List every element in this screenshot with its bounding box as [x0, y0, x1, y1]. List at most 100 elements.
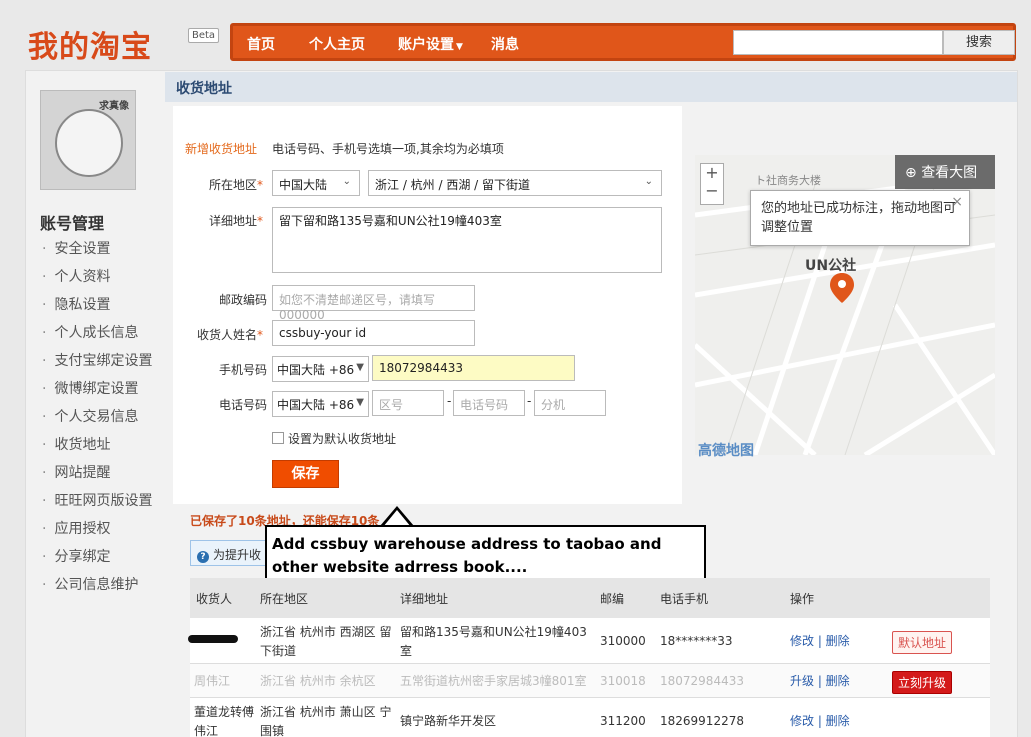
- default-address-label: 设置为默认收货地址: [288, 432, 397, 446]
- region-value: 浙江 / 杭州 / 西湖 / 留下街道: [375, 178, 531, 192]
- annotation-callout: Add cssbuy warehouse address to taobao a…: [265, 525, 706, 581]
- sidebar-item[interactable]: 微博绑定设置: [42, 378, 152, 406]
- upgrade-badge[interactable]: 立刻升级: [892, 671, 953, 694]
- phone-number-input[interactable]: 电话号码: [453, 390, 525, 416]
- separator: -: [447, 394, 452, 408]
- avatar-tag: 求真像: [99, 101, 129, 112]
- th-zip: 邮编: [600, 592, 625, 606]
- save-button[interactable]: 保存: [272, 460, 339, 488]
- chevron-down-icon: ▼: [456, 42, 463, 52]
- address-label-text: 详细地址: [208, 214, 257, 228]
- nav-account-settings-label: 账户设置: [398, 37, 454, 53]
- row-actions[interactable]: 修改 | 删除: [790, 712, 850, 731]
- map-pin-icon: [830, 273, 854, 303]
- required-mark: *: [257, 178, 263, 192]
- receiver-name-input[interactable]: cssbuy-your id: [272, 320, 475, 346]
- map-place-label: UN公社: [805, 258, 857, 274]
- sidebar-item[interactable]: 应用授权: [42, 518, 152, 546]
- address-textarea[interactable]: 留下留和路135号嘉和UN公社19幢403室: [272, 207, 662, 273]
- sidebar-item[interactable]: 公司信息维护: [42, 574, 152, 602]
- sidebar-item[interactable]: 个人交易信息: [42, 406, 152, 434]
- redacted-name: [188, 635, 238, 643]
- triangle-down-icon: ▼: [356, 362, 364, 373]
- sidebar-item[interactable]: 旺旺网页版设置: [42, 490, 152, 518]
- row-name: 董道龙转傅伟江: [194, 705, 255, 737]
- row-region: 浙江省 杭州市 西湖区 留下街道: [260, 625, 392, 658]
- map-credit: 高德地图: [698, 443, 754, 459]
- page-title-bar: [165, 72, 1017, 102]
- receiver-name-label: 收货人姓名*: [173, 326, 263, 343]
- nav-messages[interactable]: 消息: [491, 34, 519, 54]
- chevron-down-icon: ⌄: [342, 176, 351, 187]
- sidebar-item[interactable]: 分享绑定: [42, 546, 152, 574]
- search-input[interactable]: [733, 30, 943, 55]
- zip-input[interactable]: 如您不清楚邮递区号，请填写000000: [272, 285, 475, 322]
- row-zip: 310000: [600, 634, 646, 648]
- row-region: 浙江省 杭州市 萧山区 宁围镇: [260, 705, 392, 737]
- address-label: 详细地址*: [173, 212, 263, 229]
- sidebar-item[interactable]: 隐私设置: [42, 294, 152, 322]
- sidebar-item[interactable]: 个人资料: [42, 266, 152, 294]
- row-actions[interactable]: 升级 | 删除: [790, 672, 850, 691]
- country-select[interactable]: 中国大陆 ⌄: [272, 170, 360, 196]
- map-tip-text: 您的地址已成功标注，拖动地图可调整位置: [761, 201, 957, 235]
- default-address-badge[interactable]: 默认地址: [892, 631, 953, 654]
- row-address: 留和路135号嘉和UN公社19幢403室: [400, 625, 587, 658]
- region-select[interactable]: 浙江 / 杭州 / 西湖 / 留下街道 ⌄: [368, 170, 662, 196]
- page-title: 收货地址: [176, 81, 232, 97]
- map-zoom-control[interactable]: + −: [700, 163, 724, 205]
- form-note: 电话号码、手机号选填一项,其余均为必填项: [272, 142, 504, 156]
- row-region: 浙江省 杭州市 余杭区: [260, 674, 376, 688]
- sidebar-item[interactable]: 安全设置: [42, 238, 152, 266]
- row-phone: 18*******33: [660, 634, 733, 648]
- top-navbar: 首页 个人主页 账户设置 ▼ 消息 搜索: [230, 23, 1016, 61]
- phone-code-value: 中国大陆 +86: [277, 398, 355, 412]
- receiver-name-label-text: 收货人姓名: [196, 328, 257, 342]
- mobile-code-value: 中国大陆 +86: [277, 363, 355, 377]
- row-phone: 18269912278: [660, 714, 744, 728]
- region-label: 所在地区*: [173, 176, 263, 193]
- info-icon: ?: [197, 551, 209, 563]
- close-icon[interactable]: ×: [951, 193, 963, 212]
- zip-label: 邮政编码: [218, 293, 267, 307]
- row-phone: 18072984433: [660, 674, 744, 688]
- search-button[interactable]: 搜索: [943, 30, 1015, 55]
- sidebar-item[interactable]: 支付宝绑定设置: [42, 350, 152, 378]
- th-region: 所在地区: [260, 592, 309, 606]
- table-row: 董道龙转傅伟江 浙江省 杭州市 萧山区 宁围镇 镇宁路新华开发区 311200 …: [190, 698, 990, 737]
- avatar[interactable]: 求真像: [40, 90, 136, 190]
- map-street-label: ト社商务大楼: [755, 174, 821, 187]
- row-zip: 310018: [600, 674, 646, 688]
- table-row: 浙江省 杭州市 西湖区 留下街道 留和路135号嘉和UN公社19幢403室 31…: [188, 618, 990, 664]
- row-address: 镇宁路新华开发区: [400, 714, 497, 728]
- triangle-down-icon: ▼: [356, 397, 364, 408]
- required-mark: *: [257, 328, 263, 342]
- taobao-logo[interactable]: 我的淘宝: [28, 22, 152, 66]
- default-address-checkbox[interactable]: [272, 432, 284, 444]
- sidebar-item[interactable]: 个人成长信息: [42, 322, 152, 350]
- row-actions[interactable]: 修改 | 删除: [790, 632, 850, 651]
- map-enlarge-button[interactable]: ⊕ 查看大图: [895, 155, 995, 189]
- map-tooltip: 您的地址已成功标注，拖动地图可调整位置 ×: [750, 190, 970, 246]
- zoom-icon: ⊕: [905, 165, 922, 181]
- mobile-input[interactable]: 18072984433: [372, 355, 575, 381]
- sidebar-item[interactable]: 网站提醒: [42, 462, 152, 490]
- th-phone: 电话手机: [660, 592, 709, 606]
- nav-home[interactable]: 首页: [247, 34, 275, 54]
- info-text: 为提升收: [213, 548, 262, 562]
- sidebar-item[interactable]: 收货地址: [42, 434, 152, 462]
- avatar-face-icon: [55, 109, 123, 177]
- form-title: 新增收货地址: [185, 142, 258, 156]
- nav-account-settings[interactable]: 账户设置 ▼: [398, 34, 463, 54]
- mobile-country-select[interactable]: 中国大陆 +86 ▼: [272, 356, 369, 382]
- chevron-down-icon: ⌄: [644, 176, 653, 187]
- phone-country-select[interactable]: 中国大陆 +86 ▼: [272, 391, 369, 417]
- nav-profile[interactable]: 个人主页: [309, 34, 365, 54]
- mobile-label: 手机号码: [218, 363, 267, 377]
- table-row: 周伟江 浙江省 杭州市 余杭区 五常街道杭州密手家居城3幢801室 310018…: [190, 664, 990, 698]
- row-zip: 311200: [600, 714, 646, 728]
- info-bar: ? 为提升收: [190, 540, 270, 566]
- extension-input[interactable]: 分机: [534, 390, 606, 416]
- area-code-input[interactable]: 区号: [372, 390, 444, 416]
- th-receiver: 收货人: [196, 592, 233, 606]
